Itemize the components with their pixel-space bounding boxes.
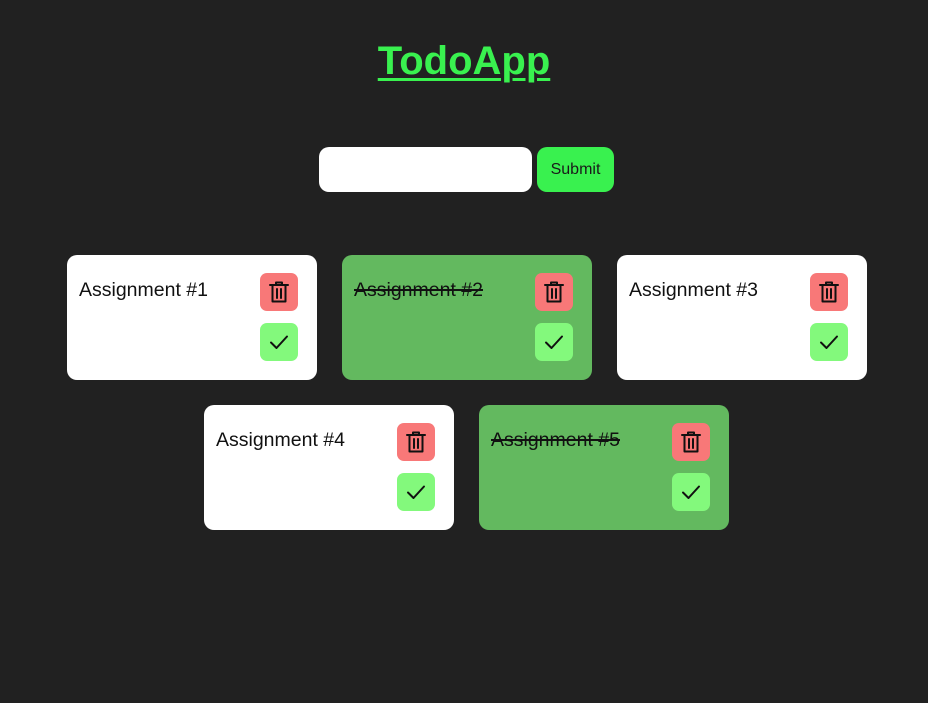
- delete-button[interactable]: [535, 273, 573, 311]
- todo-input[interactable]: [319, 147, 532, 192]
- todo-card-completed: Assignment #5: [479, 405, 729, 530]
- todo-card: Assignment #1: [67, 255, 317, 380]
- trash-icon: [406, 431, 426, 453]
- check-icon: [407, 485, 425, 499]
- todo-text: Assignment #5: [491, 429, 620, 451]
- delete-button[interactable]: [397, 423, 435, 461]
- todo-form: Submit: [319, 147, 614, 192]
- complete-button[interactable]: [672, 473, 710, 511]
- delete-button[interactable]: [810, 273, 848, 311]
- submit-button[interactable]: Submit: [537, 147, 614, 192]
- delete-button[interactable]: [260, 273, 298, 311]
- trash-icon: [544, 281, 564, 303]
- todo-text: Assignment #4: [216, 429, 345, 451]
- trash-icon: [681, 431, 701, 453]
- todo-card: Assignment #4: [204, 405, 454, 530]
- trash-icon: [819, 281, 839, 303]
- delete-button[interactable]: [672, 423, 710, 461]
- todo-card-completed: Assignment #2: [342, 255, 592, 380]
- check-icon: [545, 335, 563, 349]
- trash-icon: [269, 281, 289, 303]
- complete-button[interactable]: [535, 323, 573, 361]
- todo-text: Assignment #1: [79, 279, 208, 301]
- title-link[interactable]: TodoApp: [378, 39, 551, 83]
- check-icon: [270, 335, 288, 349]
- check-icon: [820, 335, 838, 349]
- page-title: TodoApp: [0, 36, 928, 86]
- todo-text: Assignment #2: [354, 279, 483, 301]
- todo-app: TodoApp Submit Assignment #1 Assignment …: [0, 0, 928, 703]
- todo-card: Assignment #3: [617, 255, 867, 380]
- complete-button[interactable]: [810, 323, 848, 361]
- todo-text: Assignment #3: [629, 279, 758, 301]
- complete-button[interactable]: [260, 323, 298, 361]
- complete-button[interactable]: [397, 473, 435, 511]
- check-icon: [682, 485, 700, 499]
